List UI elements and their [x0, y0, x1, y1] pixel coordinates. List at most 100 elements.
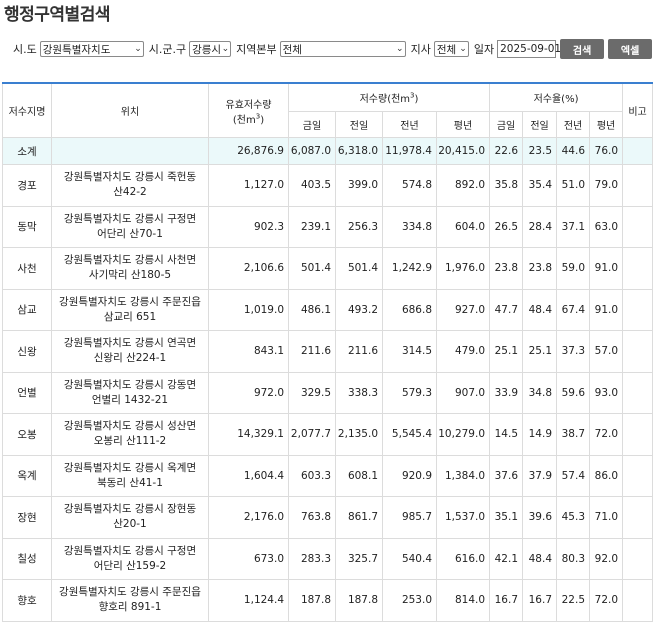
rate-value: 14.5 — [489, 413, 524, 456]
reservoir-location: 강원특별자치도 강릉시 연곡면 신왕리 산224-1 — [51, 330, 209, 373]
rate-value: 48.4 — [522, 537, 558, 580]
storage-value: 486.1 — [288, 288, 336, 331]
storage-value: 1,384.0 — [435, 454, 491, 497]
storage-value: 604.0 — [435, 205, 491, 248]
rate-value: 42.1 — [489, 537, 524, 580]
header-storage-close: ) — [414, 94, 419, 105]
chevron-down-icon: ⌄ — [459, 44, 467, 54]
storage-value: 403.5 — [288, 164, 336, 207]
reservoir-location: 강원특별자치도 강릉시 구정면어단리 산70-1 — [51, 205, 209, 248]
storage-value: 920.9 — [382, 454, 437, 497]
effective-storage: 2,176.0 — [208, 496, 289, 539]
reservoir-location: 강원특별자치도 강릉시 주문진읍 삼교리 651 — [51, 288, 209, 331]
subtotal-value: 44.6 — [556, 137, 591, 165]
storage-value: 579.3 — [382, 371, 437, 414]
rate-value: 59.0 — [556, 247, 591, 290]
location-line-2: 북동리 산41-1 — [97, 476, 163, 489]
sido-select[interactable]: 강원특별자치도 ⌄ — [39, 41, 144, 57]
table-row[interactable]: 옥계 강원특별자치도 강릉시 옥계면 북동리 산41-1 1,604.4 603.3 60… — [2, 454, 654, 497]
location-line-2: 향호리 891-1 — [98, 601, 162, 614]
sido-select-value: 강원특별자치도 — [42, 43, 111, 56]
storage-value: 493.2 — [335, 288, 383, 331]
header-storage-sub: 전년 — [382, 111, 437, 138]
rate-value: 72.0 — [589, 579, 624, 622]
table-row[interactable]: 동막 강원특별자치도 강릉시 구정면 어단리 산70-1 902.3 239.1 256.… — [2, 205, 654, 248]
subtotal-row: 소계 26,876.9 6,087.0 6,318.0 11,978.4 20,415.0… — [2, 137, 654, 165]
table-row[interactable]: 언별 강원특별자치도 강릉시 강동면 언별리 1432-21 972.0 329.5 33… — [2, 371, 654, 414]
rate-value: 47.7 — [489, 288, 524, 331]
table-row[interactable]: 경포 강원특별자치도 강릉시 죽헌동 산42-2 1,127.0 403.5 399.0 5… — [2, 164, 654, 207]
storage-value: 314.5 — [382, 330, 437, 373]
header-storage-label: 저수량(천m — [359, 94, 411, 105]
reservoir-name: 신왕 — [2, 330, 52, 373]
location-line-2: 어단리 산159-2 — [93, 559, 167, 572]
rate-value: 91.0 — [589, 288, 624, 331]
date-input[interactable]: 2025-09-01 — [497, 40, 561, 58]
header-storage-sub: 평년 — [435, 111, 491, 138]
search-button[interactable]: 검색 — [560, 39, 605, 59]
reservoir-name: 장현 — [2, 496, 52, 539]
table-row[interactable]: 향호 강원특별자치도 강릉시 주문진읍 향호리 891-1 1,124.4 187.8 1… — [2, 579, 654, 622]
header-note: 비고 — [622, 82, 654, 138]
location-line-2: 산42-2 — [113, 186, 147, 199]
rate-value: 93.0 — [589, 371, 624, 414]
rate-value: 25.1 — [522, 330, 558, 373]
note-cell — [622, 288, 654, 331]
rate-value: 35.4 — [522, 164, 558, 207]
header-rate-sub: 전년 — [556, 111, 591, 138]
subtotal-note — [622, 137, 654, 165]
reservoir-location: 강원특별자치도 강릉시 강동면 언별리 1432-21 — [51, 371, 209, 414]
effective-storage: 902.3 — [208, 205, 289, 248]
storage-value: 211.6 — [288, 330, 336, 373]
table-row[interactable]: 오봉 강원특별자치도 강릉시 성산면 오봉리 산111-2 14,329.1 2,077… — [2, 413, 654, 456]
rate-value: 48.4 — [522, 288, 558, 331]
storage-value: 616.0 — [435, 537, 491, 580]
storage-value: 1,976.0 — [435, 247, 491, 290]
storage-value: 985.7 — [382, 496, 437, 539]
rate-value: 51.0 — [556, 164, 591, 207]
jisa-select[interactable]: 전체 ⌄ — [433, 41, 469, 57]
header-storage: 저수량(천m3) — [287, 82, 491, 112]
location-line-1: 강원특별자치도 강릉시 구정면 — [63, 212, 197, 225]
region-select[interactable]: 전체 ⌄ — [279, 41, 406, 57]
location-line-2: 어단리 산70-1 — [97, 227, 163, 240]
note-cell — [622, 496, 654, 539]
effective-storage: 1,124.4 — [208, 579, 289, 622]
subtotal-value: 22.6 — [489, 137, 524, 165]
gungu-select[interactable]: 강릉시 ⌄ — [189, 41, 232, 57]
storage-value: 1,242.9 — [382, 247, 437, 290]
chevron-down-icon: ⌄ — [134, 44, 142, 54]
table-row[interactable]: 삼교 강원특별자치도 강릉시 주문진읍 삼교리 651 1,019.0 486.1 493… — [2, 288, 654, 331]
location-line-1: 강원특별자치도 강릉시 주문진읍 — [59, 295, 201, 308]
reservoir-table: 저수지명 위치 유효저수량 (천m3) 저수량(천m3) 저수율(%) 비고 금일… — [2, 82, 654, 622]
table-row[interactable]: 장현 강원특별자치도 강릉시 장현동 산20-1 2,176.0 763.8 861.7 9… — [2, 496, 654, 539]
storage-value: 608.1 — [335, 454, 383, 497]
subtotal-location — [51, 137, 209, 165]
table-row[interactable]: 사천 강원특별자치도 강릉시 사천면 사기막리 산180-5 2,106.6 501.4… — [2, 247, 654, 290]
note-cell — [622, 164, 654, 207]
reservoir-location: 강원특별자치도 강릉시 장현동 산20-1 — [51, 496, 209, 539]
reservoir-location: 강원특별자치도 강릉시 죽헌동 산42-2 — [51, 164, 209, 207]
storage-value: 329.5 — [288, 371, 336, 414]
table-row[interactable]: 칠성 강원특별자치도 강릉시 구정면 어단리 산159-2 673.0 283.3 325… — [2, 537, 654, 580]
rate-value: 37.9 — [522, 454, 558, 497]
reservoir-name: 칠성 — [2, 537, 52, 580]
header-effective-label: 유효저수량 — [225, 99, 272, 111]
note-cell — [622, 454, 654, 497]
reservoir-name: 오봉 — [2, 413, 52, 456]
effective-storage: 1,604.4 — [208, 454, 289, 497]
rate-value: 59.6 — [556, 371, 591, 414]
rate-value: 35.1 — [489, 496, 524, 539]
rate-value: 80.3 — [556, 537, 591, 580]
rate-value: 91.0 — [589, 247, 624, 290]
rate-value: 34.8 — [522, 371, 558, 414]
reservoir-location: 강원특별자치도 강릉시 주문진읍 향호리 891-1 — [51, 579, 209, 622]
reservoir-name: 향호 — [2, 579, 52, 622]
location-line-1: 강원특별자치도 강릉시 연곡면 — [63, 337, 197, 350]
rate-value: 16.7 — [489, 579, 524, 622]
rate-value: 39.6 — [522, 496, 558, 539]
table-row[interactable]: 신왕 강원특별자치도 강릉시 연곡면 신왕리 산224-1 843.1 211.6 211… — [2, 330, 654, 373]
storage-value: 187.8 — [335, 579, 383, 622]
excel-button[interactable]: 엑셀 — [608, 39, 653, 59]
header-rate-sub: 평년 — [589, 111, 624, 138]
